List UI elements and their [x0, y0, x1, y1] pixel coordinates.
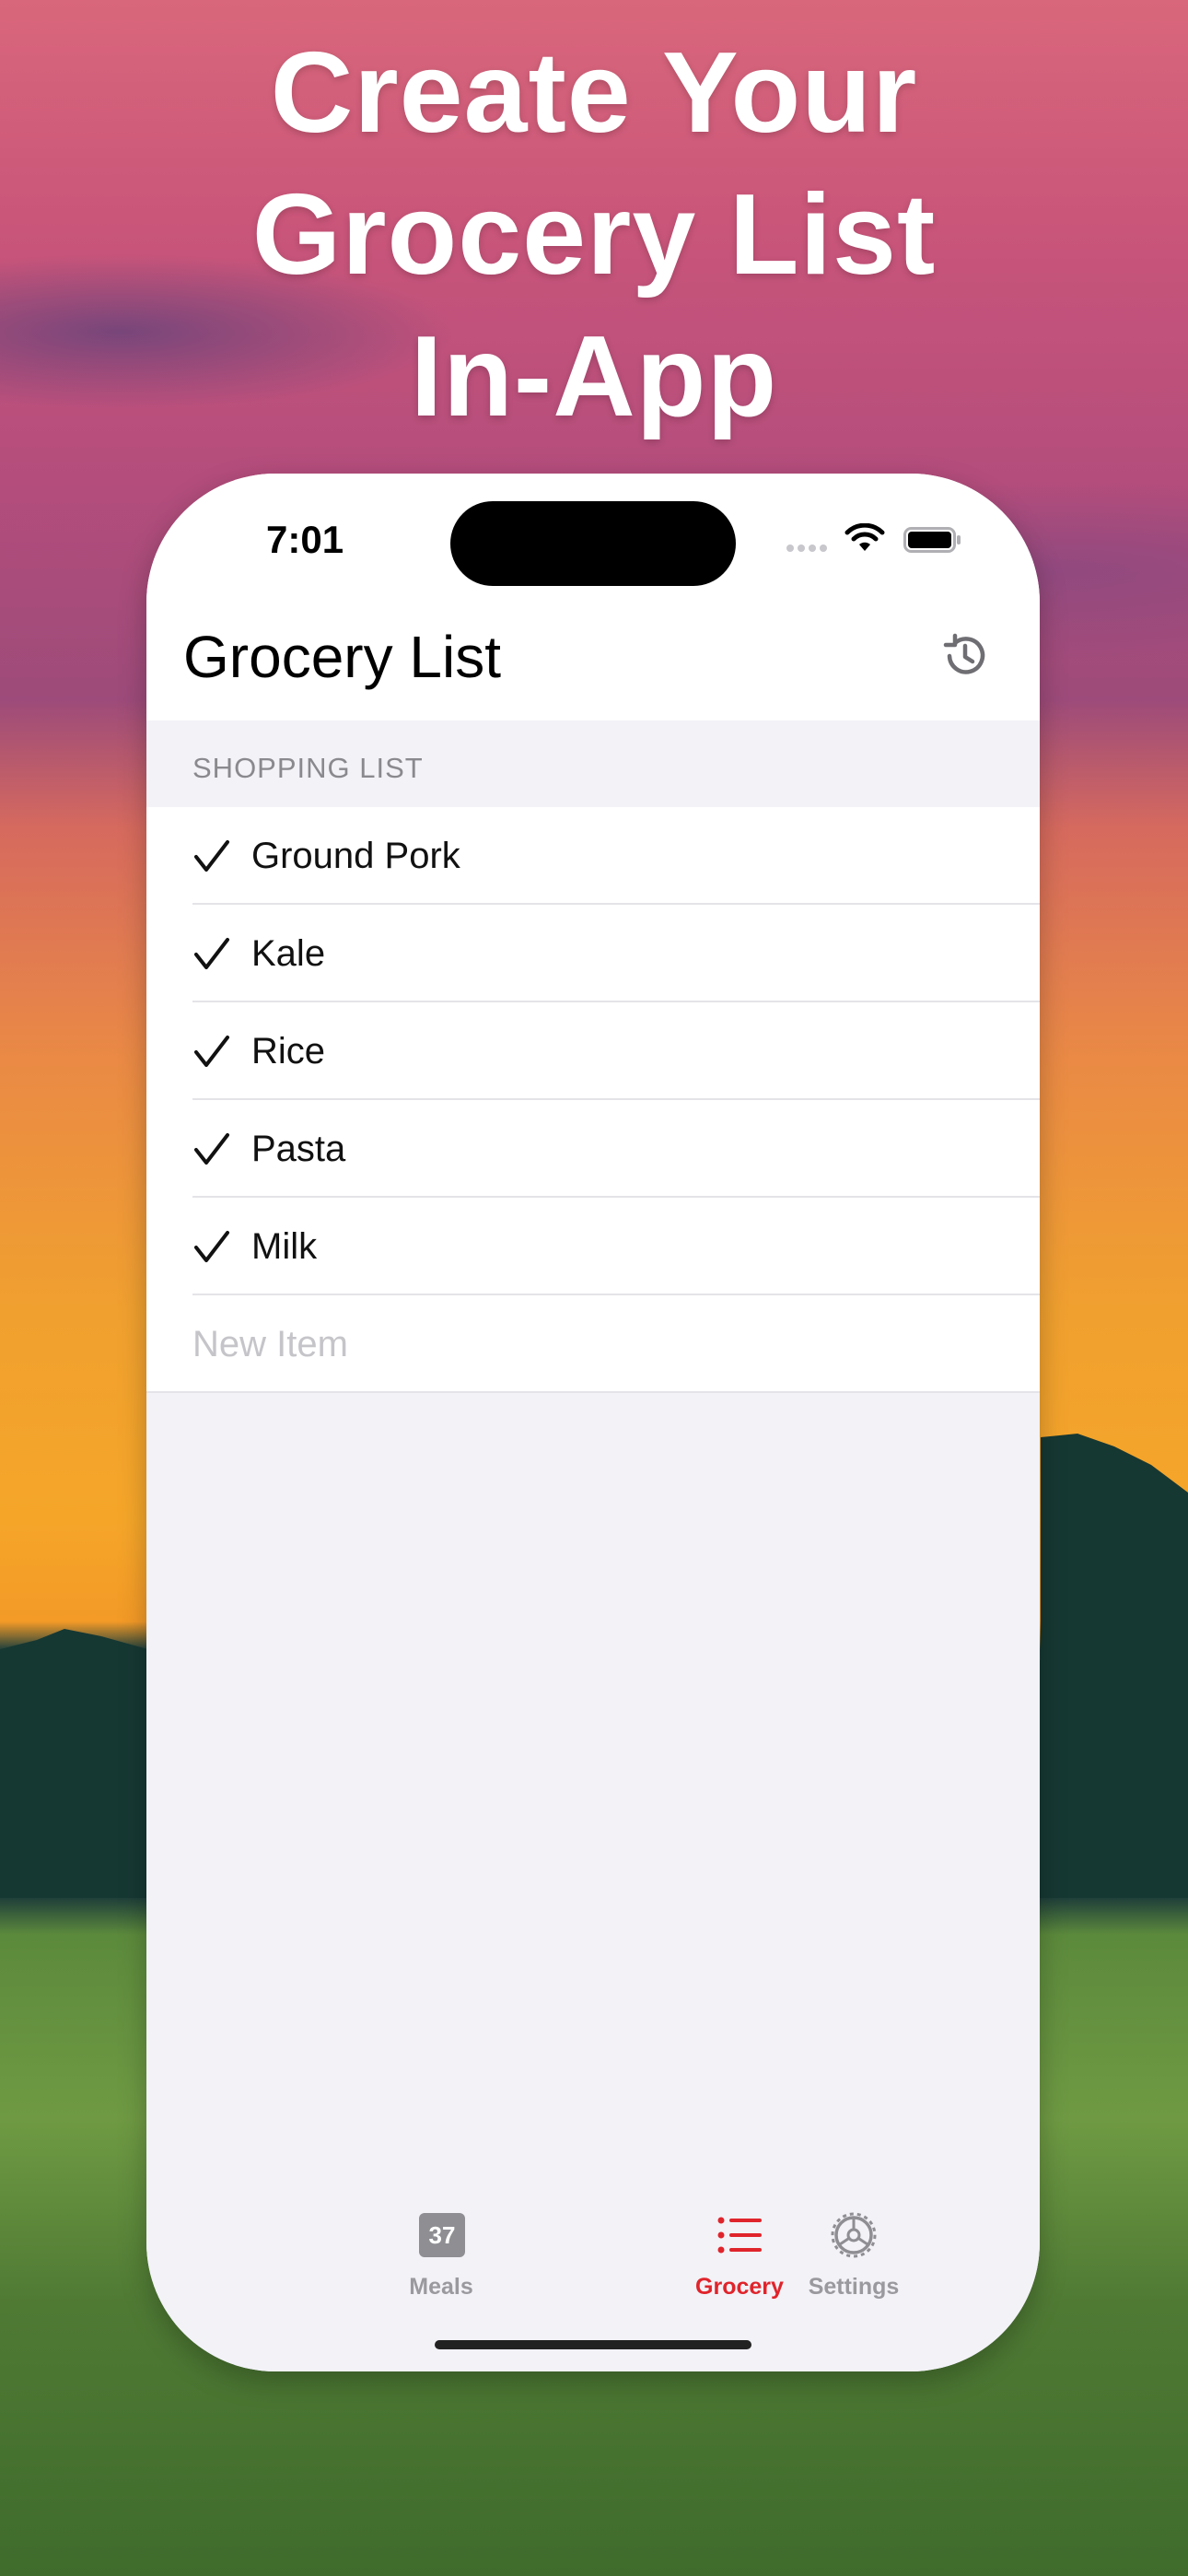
calendar-icon: 37 — [419, 2213, 465, 2257]
status-time: 7:01 — [266, 518, 344, 561]
checkmark-icon[interactable] — [192, 1229, 231, 1266]
phone-screen: 7:01 Grocery List SHOPPING LIST Ground P… — [146, 474, 1040, 2371]
shopping-list: Ground Pork Kale Rice Pasta Milk — [146, 807, 1040, 1393]
cellular-signal-icon — [786, 544, 827, 552]
item-label: Kale — [251, 933, 326, 974]
list-item[interactable]: Pasta — [146, 1100, 1040, 1198]
status-bar: 7:01 — [146, 474, 1040, 603]
list-item[interactable]: Kale — [146, 905, 1040, 1002]
new-item-row — [146, 1295, 1040, 1393]
item-label: Milk — [251, 1226, 318, 1267]
checkmark-icon[interactable] — [192, 936, 231, 973]
tab-settings[interactable]: Settings — [762, 2204, 946, 2305]
wifi-icon — [844, 523, 885, 551]
page-title: Grocery List — [183, 624, 501, 690]
dynamic-island — [450, 501, 736, 586]
list-item[interactable]: Ground Pork — [146, 807, 1040, 905]
headline-line-1: Create Your — [270, 29, 918, 157]
gear-icon — [831, 2212, 877, 2258]
tab-label: Settings — [808, 2274, 900, 2300]
headline: Create Your Grocery List In-App — [0, 22, 1188, 448]
list-icon — [717, 2217, 762, 2254]
home-indicator — [435, 2340, 751, 2349]
item-label: Pasta — [251, 1129, 346, 1169]
item-label: Rice — [251, 1031, 326, 1071]
list-item[interactable]: Rice — [146, 1002, 1040, 1100]
tab-label: Meals — [409, 2274, 473, 2300]
history-icon[interactable] — [937, 628, 992, 684]
battery-icon — [903, 527, 961, 553]
checkmark-icon[interactable] — [192, 838, 231, 875]
item-label: Ground Pork — [251, 836, 460, 876]
headline-line-3: In-App — [410, 313, 778, 440]
section-header: SHOPPING LIST — [192, 752, 424, 784]
list-item[interactable]: Milk — [146, 1198, 1040, 1295]
checkmark-icon[interactable] — [192, 1131, 231, 1168]
navigation-bar: Grocery List — [146, 603, 1040, 720]
tab-meals[interactable]: 37 Meals — [349, 2204, 533, 2305]
headline-line-2: Grocery List — [251, 171, 937, 299]
checkmark-icon[interactable] — [192, 1034, 231, 1071]
new-item-input[interactable] — [192, 1295, 984, 1393]
